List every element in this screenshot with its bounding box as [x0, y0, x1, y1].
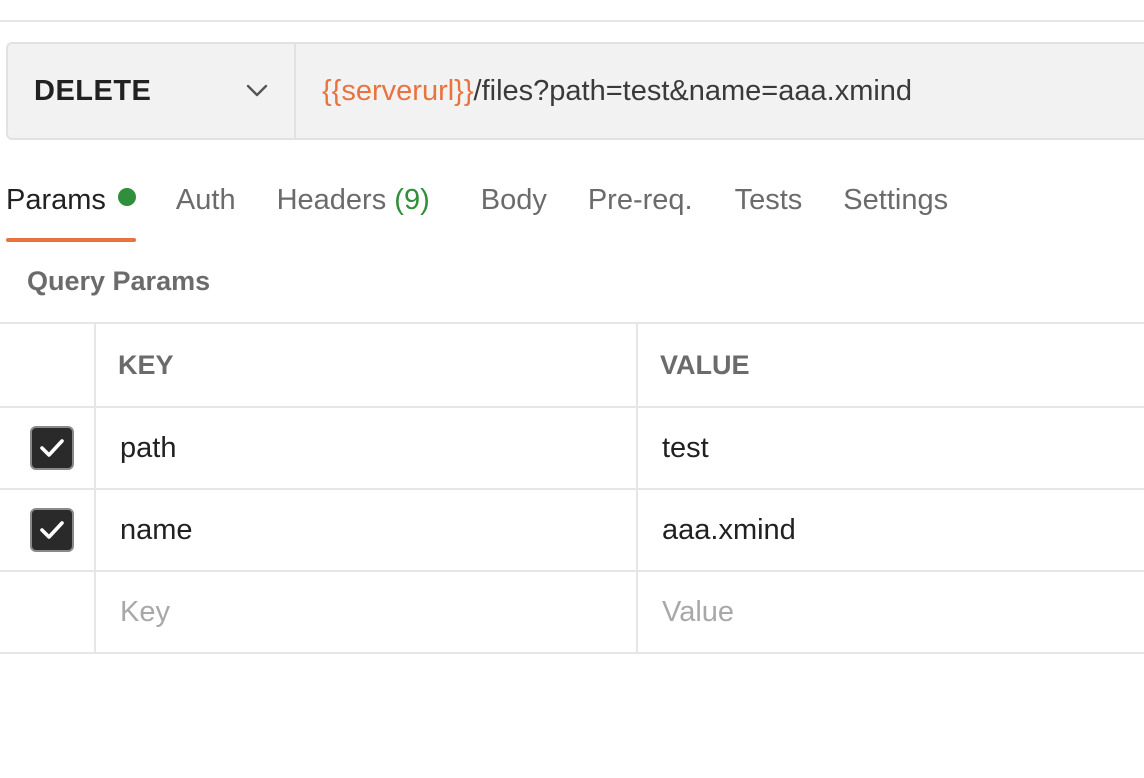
table-row: path test: [0, 408, 1144, 490]
row-check-cell: [0, 572, 96, 652]
request-bar: DELETE {{serverurl}}/files?path=test&nam…: [6, 42, 1144, 140]
column-header-value: VALUE: [660, 349, 750, 380]
param-key-cell[interactable]: path: [96, 408, 638, 488]
checkmark-icon: [40, 439, 64, 457]
tab-headers[interactable]: Headers (9): [277, 176, 430, 242]
method-label: DELETE: [34, 74, 152, 107]
tab-auth[interactable]: Auth: [176, 176, 236, 242]
request-tabs: Params Auth Headers (9) Body Pre-req. Te…: [6, 176, 948, 242]
table-row-new: Key Value: [0, 572, 1144, 654]
table-row: name aaa.xmind: [0, 490, 1144, 572]
column-header-key: KEY: [96, 324, 638, 406]
param-key-cell[interactable]: name: [96, 490, 638, 570]
url-variable: {{serverurl}}: [322, 74, 474, 107]
tab-pre-req[interactable]: Pre-req.: [588, 176, 693, 242]
row-check-cell: [0, 490, 96, 570]
dot-icon: [117, 188, 136, 206]
tab-pre-req-label: Pre-req.: [587, 184, 693, 216]
param-value-cell[interactable]: test: [638, 408, 1144, 488]
tab-auth-label: Auth: [175, 184, 236, 216]
headers-count-badge: (9): [394, 184, 430, 216]
tab-params-label: Params: [6, 184, 106, 216]
row-check-cell: [0, 408, 96, 488]
new-key-input[interactable]: Key: [96, 572, 638, 652]
table-header-row: KEY VALUE: [0, 324, 1144, 408]
chevron-down-icon: [246, 80, 268, 102]
param-value-cell[interactable]: aaa.xmind: [638, 490, 1144, 570]
tab-params[interactable]: Params: [6, 176, 136, 242]
params-table: KEY VALUE path test name aaa.xmind Key V: [0, 322, 1144, 654]
tab-settings-label: Settings: [843, 184, 949, 216]
header-check-cell: [0, 324, 96, 406]
tab-tests[interactable]: Tests: [735, 176, 803, 242]
tab-body[interactable]: Body: [481, 176, 547, 242]
tab-settings[interactable]: Settings: [843, 176, 948, 242]
tab-headers-label: Headers: [276, 184, 387, 216]
row-checkbox[interactable]: [30, 508, 74, 552]
tab-body-label: Body: [480, 184, 547, 216]
method-select[interactable]: DELETE: [8, 44, 296, 138]
tab-tests-label: Tests: [734, 184, 803, 216]
new-value-input[interactable]: Value: [638, 572, 1144, 652]
url-path: /files?path=test&name=aaa.xmind: [473, 74, 913, 107]
checkmark-icon: [40, 521, 64, 539]
row-checkbox[interactable]: [30, 426, 74, 470]
section-title: Query Params: [27, 266, 211, 296]
url-input[interactable]: {{serverurl}}/files?path=test&name=aaa.x…: [296, 44, 1144, 138]
top-divider: [0, 20, 1144, 22]
